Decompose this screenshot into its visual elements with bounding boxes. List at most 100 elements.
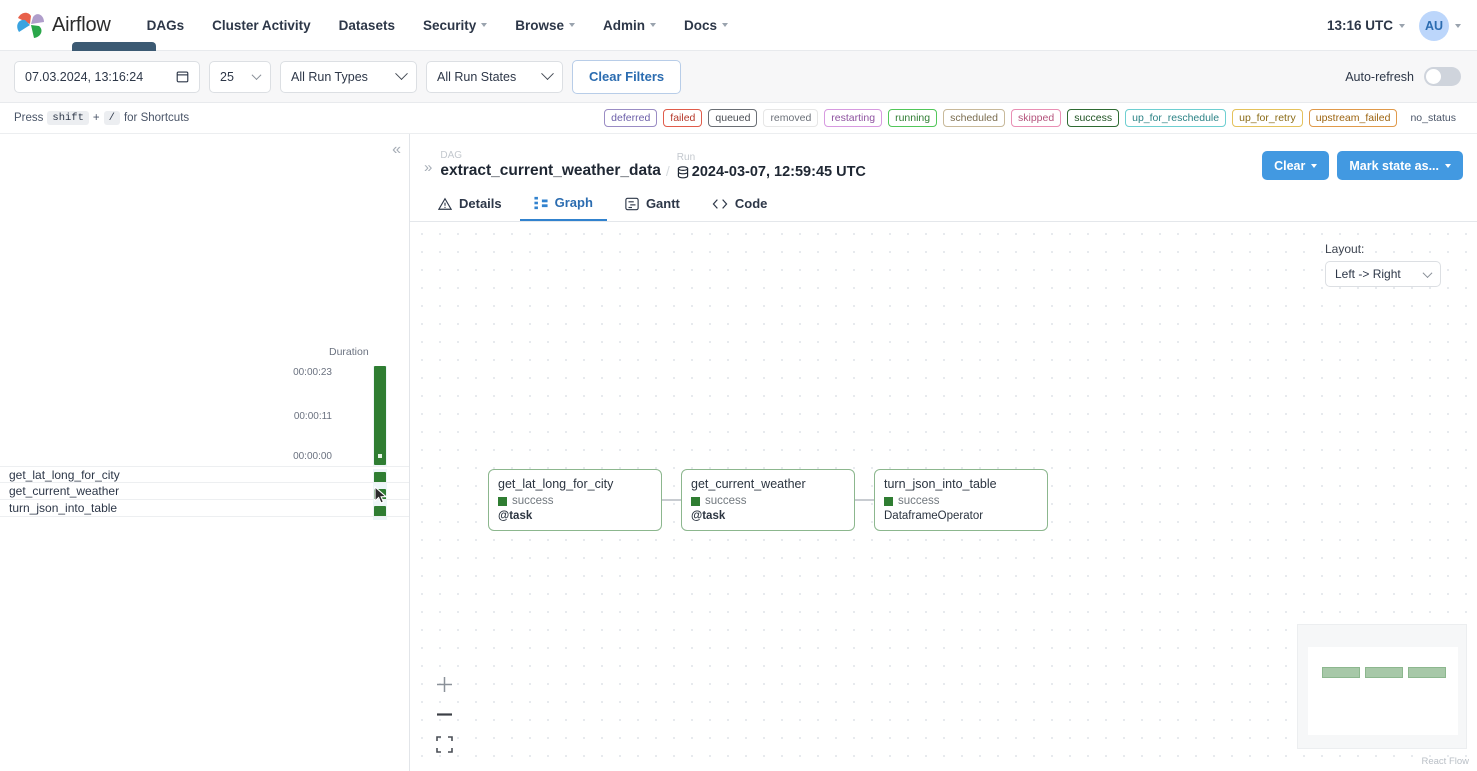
layout-direction-select[interactable]: Left -> Right xyxy=(1325,261,1441,287)
nav-label: Datasets xyxy=(338,17,395,33)
dag-breadcrumb-run[interactable]: Run 2024-03-07, 12:59:45 UTC xyxy=(677,151,866,180)
run-state-value: All Run States xyxy=(437,69,517,84)
user-menu[interactable]: AU xyxy=(1419,10,1461,41)
dag-breadcrumb-dag[interactable]: DAG extract_current_weather_data xyxy=(440,149,661,180)
run-type-select[interactable]: All Run Types xyxy=(280,60,417,93)
state-legend-chips: deferred failed queued removed restarting run… xyxy=(604,109,1463,127)
gantt-chart-icon xyxy=(625,197,639,210)
dag-name: extract_current_weather_data xyxy=(440,162,661,179)
run-date-input[interactable]: 07.03.2024, 13:16:24 xyxy=(14,60,200,93)
node-state-label: success xyxy=(512,495,554,507)
chevron-down-icon xyxy=(650,23,657,27)
node-state: success xyxy=(691,495,845,507)
zoom-out-icon[interactable] xyxy=(436,706,453,723)
legend-chip-queued[interactable]: queued xyxy=(708,109,758,127)
legend-chip-restarting[interactable]: restarting xyxy=(824,109,883,127)
legend-row: Press shift + / for Shortcuts deferred fa… xyxy=(0,103,1477,134)
timezone-selector[interactable]: 13:16 UTC xyxy=(1327,18,1405,33)
brand-logo-link[interactable]: Airflow xyxy=(14,9,111,41)
clear-button[interactable]: Clear xyxy=(1262,151,1330,180)
fit-view-icon[interactable] xyxy=(436,736,453,753)
legend-chip-skipped[interactable]: skipped xyxy=(1010,109,1062,127)
chevron-down-icon xyxy=(1422,267,1433,278)
right-detail-pane: » DAG extract_current_weather_data / Run xyxy=(410,134,1477,771)
task-list-item[interactable]: turn_json_into_table xyxy=(0,500,409,517)
airflow-app: Airflow DAGs Cluster Activity Datasets S… xyxy=(0,0,1477,771)
tab-details[interactable]: Details xyxy=(424,186,516,221)
mark-state-button[interactable]: Mark state as... xyxy=(1337,151,1463,180)
node-operator: @task xyxy=(691,510,726,522)
clear-filters-button[interactable]: Clear Filters xyxy=(572,59,682,94)
minimap-viewport xyxy=(1308,647,1458,735)
legend-chip-deferred[interactable]: deferred xyxy=(604,109,658,127)
tab-gantt[interactable]: Gantt xyxy=(611,186,694,221)
page-size-select[interactable]: 25 xyxy=(209,60,271,93)
header-actions: Clear Mark state as... xyxy=(1262,151,1463,180)
airflow-pinwheel-icon xyxy=(14,9,48,41)
duration-bar-run[interactable] xyxy=(374,366,386,465)
chevron-down-icon xyxy=(541,67,554,81)
auto-refresh-group: Auto-refresh xyxy=(1345,67,1461,86)
nav-item-dags[interactable]: DAGs xyxy=(133,10,199,41)
legend-chip-no-status[interactable]: no_status xyxy=(1403,109,1463,127)
run-value-wrap: 2024-03-07, 12:59:45 UTC xyxy=(677,164,866,180)
legend-chip-up-for-retry[interactable]: up_for_retry xyxy=(1232,109,1303,127)
graph-minimap[interactable] xyxy=(1297,624,1467,749)
legend-chip-upstream-failed[interactable]: upstream_failed xyxy=(1308,109,1398,127)
bar-track-run[interactable] xyxy=(373,366,387,466)
task-list-item[interactable]: get_lat_long_for_city xyxy=(0,466,409,483)
brand-name: Airflow xyxy=(52,13,111,36)
shortcut-tail: for Shortcuts xyxy=(123,112,190,124)
filter-bar: 07.03.2024, 13:16:24 25 All Run Types Al… xyxy=(0,51,1477,103)
tab-code[interactable]: Code xyxy=(698,186,782,221)
nav-label: Browse xyxy=(515,17,565,33)
node-state: success xyxy=(884,495,1038,507)
shortcuts-hint: Press shift + / for Shortcuts xyxy=(14,111,189,125)
legend-chip-success[interactable]: success xyxy=(1067,109,1120,127)
warning-triangle-icon xyxy=(438,197,452,210)
left-grid-pane: « Duration 00:00:23 00:00:11 00:00:00 ge… xyxy=(0,134,410,771)
task-name: get_lat_long_for_city xyxy=(9,467,120,482)
graph-node-get-current-weather[interactable]: get_current_weather success @task xyxy=(681,469,855,531)
dag-label: DAG xyxy=(440,150,463,161)
zoom-in-icon[interactable] xyxy=(436,676,453,693)
legend-chip-scheduled[interactable]: scheduled xyxy=(943,109,1005,127)
task-list-item[interactable]: get_current_weather xyxy=(0,483,409,500)
nav-label: Security xyxy=(422,17,477,33)
legend-chip-running[interactable]: running xyxy=(888,109,938,127)
nav-item-cluster-activity[interactable]: Cluster Activity xyxy=(198,10,325,41)
graph-node-turn-json-into-table[interactable]: turn_json_into_table success DataframeOp… xyxy=(874,469,1048,531)
legend-chip-failed[interactable]: failed xyxy=(663,109,703,127)
status-swatch-icon xyxy=(498,496,507,506)
dag-run-header: » DAG extract_current_weather_data / Run xyxy=(410,134,1477,186)
collapse-pane-icon[interactable]: « xyxy=(392,142,401,158)
node-operator: DataframeOperator xyxy=(884,510,984,522)
react-flow-credit[interactable]: React Flow xyxy=(1421,756,1469,767)
run-state-select[interactable]: All Run States xyxy=(426,60,563,93)
minimap-node-2 xyxy=(1408,667,1446,678)
nav-item-browse[interactable]: Browse xyxy=(501,10,589,41)
detail-tabs: Details Graph Gantt Code xyxy=(410,186,1477,222)
nav-item-datasets[interactable]: Datasets xyxy=(325,10,409,41)
layout-direction-value: Left -> Right xyxy=(1335,267,1401,281)
task-list: get_lat_long_for_city get_current_weather… xyxy=(0,466,409,517)
duration-axis-tick-bottom: 00:00:00 xyxy=(293,451,332,462)
auto-refresh-toggle[interactable] xyxy=(1424,67,1461,86)
graph-node-get-lat-long-for-city[interactable]: get_lat_long_for_city success @task xyxy=(488,469,662,531)
breadcrumb-separator: / xyxy=(665,163,670,179)
nav-item-security[interactable]: Security xyxy=(409,10,501,41)
legend-chip-removed[interactable]: removed xyxy=(763,109,819,127)
graph-canvas[interactable]: Layout: Left -> Right get_lat_long_for_c… xyxy=(410,222,1477,771)
chevron-down-icon xyxy=(1311,163,1318,168)
shortcut-key-slash: / xyxy=(103,111,120,125)
nav-label: Cluster Activity xyxy=(212,17,311,33)
calendar-icon xyxy=(176,71,189,83)
clock-label: 13:16 UTC xyxy=(1326,18,1393,33)
expand-pane-icon[interactable]: » xyxy=(424,159,432,176)
chevron-down-icon xyxy=(1455,23,1461,28)
nav-item-docs[interactable]: Docs xyxy=(670,10,742,41)
legend-chip-up-for-reschedule[interactable]: up_for_reschedule xyxy=(1125,109,1227,127)
nav-item-admin[interactable]: Admin xyxy=(589,10,670,41)
node-title: get_lat_long_for_city xyxy=(498,477,614,491)
tab-graph[interactable]: Graph xyxy=(519,186,607,221)
